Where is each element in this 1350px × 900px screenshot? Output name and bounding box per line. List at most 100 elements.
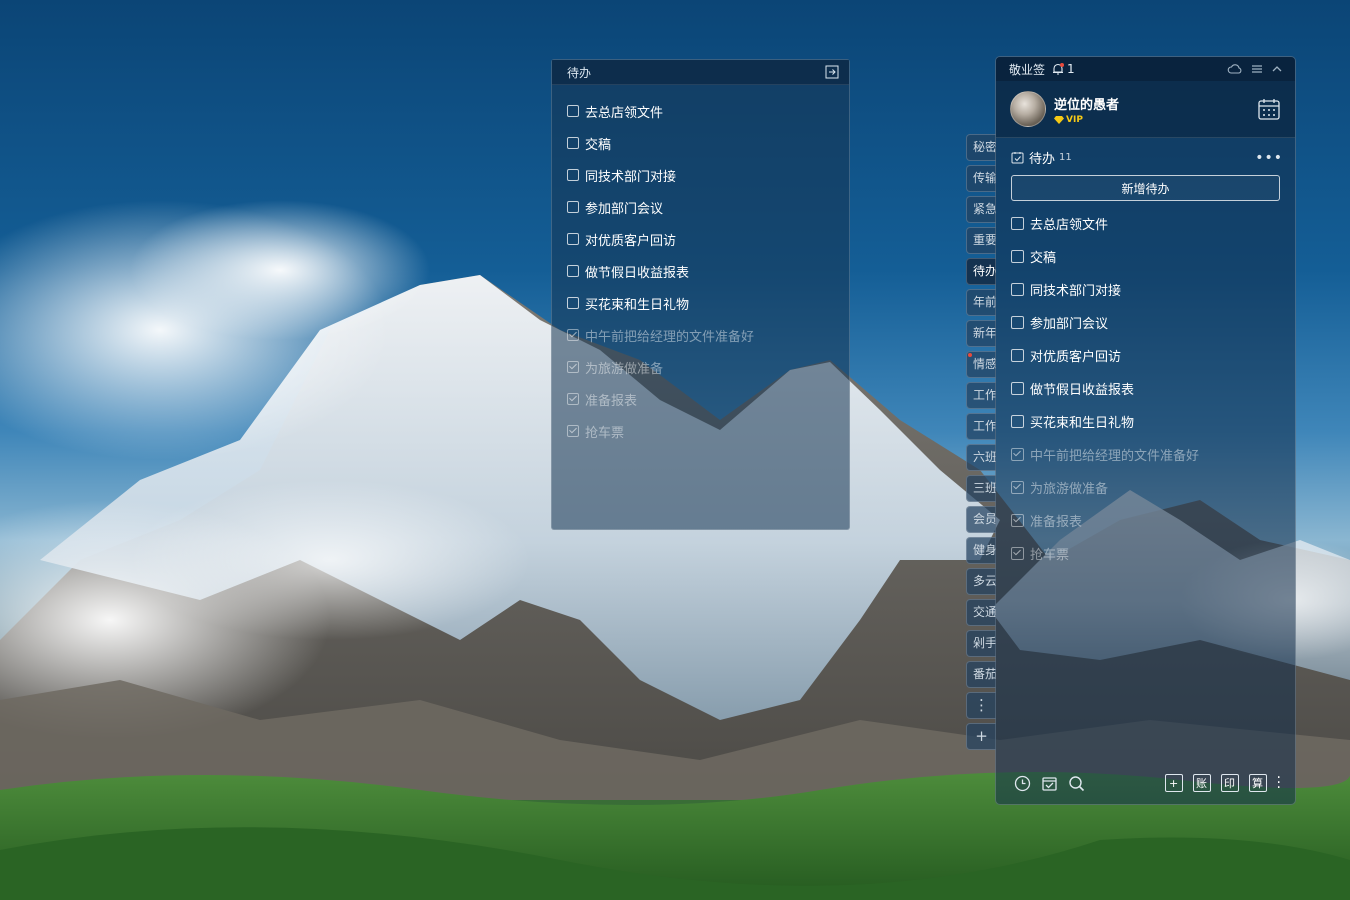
list-item[interactable]: 做节假日收益报表 bbox=[567, 255, 849, 287]
user-profile[interactable]: 逆位的愚者 VIP bbox=[996, 81, 1295, 138]
app-title: 敬业签 bbox=[1009, 62, 1046, 77]
tab-todo[interactable]: 待办 bbox=[966, 258, 996, 285]
checkbox[interactable] bbox=[1011, 382, 1024, 395]
checkbox-checked[interactable] bbox=[1011, 481, 1024, 494]
main-app-panel: 敬业签 1 逆位的愚者 VIP 待办 11 ••• 新增待办 去总店领文件 交稿… bbox=[995, 56, 1296, 805]
notification-button[interactable]: 1 bbox=[1051, 62, 1075, 76]
todo-icon[interactable] bbox=[1041, 775, 1058, 792]
checkbox-checked[interactable] bbox=[567, 425, 579, 437]
search-icon[interactable] bbox=[1068, 775, 1085, 792]
tab-class-six[interactable]: 六班 bbox=[966, 444, 996, 471]
checkbox[interactable] bbox=[567, 201, 579, 213]
todo-text: 去总店领文件 bbox=[1030, 218, 1109, 233]
checkbox[interactable] bbox=[567, 105, 579, 117]
todo-text: 抢车票 bbox=[1030, 548, 1070, 563]
calendar-icon[interactable] bbox=[1257, 97, 1281, 121]
tab-member[interactable]: 会员 bbox=[966, 506, 996, 533]
floating-panel-title: 待办 bbox=[567, 65, 592, 80]
checkbox[interactable] bbox=[567, 297, 579, 309]
list-item[interactable]: 对优质客户回访 bbox=[1011, 339, 1295, 372]
vip-label: VIP bbox=[1066, 114, 1083, 125]
tab-fitness[interactable]: 健身 bbox=[966, 537, 996, 564]
tab-shopping[interactable]: 剁手 bbox=[966, 630, 996, 657]
ledger-button[interactable]: 账 bbox=[1192, 774, 1211, 792]
tab-emotion[interactable]: 情感 bbox=[966, 351, 996, 378]
list-item[interactable]: 去总店领文件 bbox=[1011, 207, 1295, 240]
list-item[interactable]: 买花束和生日礼物 bbox=[567, 287, 849, 319]
tab-work-2[interactable]: 工作 bbox=[966, 413, 996, 440]
list-item[interactable]: 中午前把给经理的文件准备好 bbox=[567, 319, 849, 351]
checkbox[interactable] bbox=[567, 233, 579, 245]
more-vertical-icon[interactable]: · · · bbox=[1277, 771, 1281, 795]
checkbox-checked[interactable] bbox=[567, 361, 579, 373]
tab-new-year[interactable]: 新年 bbox=[966, 320, 996, 347]
cloud-sync-icon[interactable] bbox=[1227, 63, 1243, 75]
checkbox-checked[interactable] bbox=[567, 393, 579, 405]
tab-cloudy[interactable]: 多云 bbox=[966, 568, 996, 595]
todo-text: 准备报表 bbox=[585, 393, 638, 409]
checkbox[interactable] bbox=[567, 169, 579, 181]
list-item[interactable]: 同技术部门对接 bbox=[567, 159, 849, 191]
more-tabs-icon[interactable]: ⋮ bbox=[966, 692, 996, 719]
exit-icon[interactable] bbox=[825, 65, 839, 79]
list-item[interactable]: 交稿 bbox=[1011, 240, 1295, 273]
checkbox[interactable] bbox=[1011, 250, 1024, 263]
tab-transfer[interactable]: 传输 bbox=[966, 165, 996, 192]
tab-before-new-year[interactable]: 年前 bbox=[966, 289, 996, 316]
list-item[interactable]: 买花束和生日礼物 bbox=[1011, 405, 1295, 438]
todo-text: 准备报表 bbox=[1030, 515, 1083, 530]
calculator-button[interactable]: 算 bbox=[1248, 774, 1267, 792]
todo-text: 去总店领文件 bbox=[585, 105, 664, 121]
list-item[interactable]: 参加部门会议 bbox=[567, 191, 849, 223]
list-item[interactable]: 准备报表 bbox=[567, 383, 849, 415]
tab-tomato[interactable]: 番茄 bbox=[966, 661, 996, 688]
list-item[interactable]: 中午前把给经理的文件准备好 bbox=[1011, 438, 1295, 471]
tab-traffic[interactable]: 交通 bbox=[966, 599, 996, 626]
add-tab-icon[interactable]: + bbox=[966, 723, 996, 750]
tab-important[interactable]: 重要 bbox=[966, 227, 996, 254]
floating-panel-header[interactable]: 待办 bbox=[552, 60, 849, 85]
add-note-button[interactable]: + bbox=[1164, 774, 1183, 792]
checkbox[interactable] bbox=[1011, 316, 1024, 329]
checkbox[interactable] bbox=[1011, 217, 1024, 230]
checkbox[interactable] bbox=[567, 137, 579, 149]
collapse-up-icon[interactable] bbox=[1271, 63, 1283, 75]
tab-work-1[interactable]: 工作 bbox=[966, 382, 996, 409]
checkbox[interactable] bbox=[567, 265, 579, 277]
clock-icon[interactable] bbox=[1014, 775, 1031, 792]
menu-icon[interactable] bbox=[1251, 63, 1263, 75]
todo-text: 参加部门会议 bbox=[1030, 317, 1109, 332]
avatar[interactable] bbox=[1010, 91, 1046, 127]
checkbox-checked[interactable] bbox=[1011, 547, 1024, 560]
checkbox-checked[interactable] bbox=[567, 329, 579, 341]
tab-urgent[interactable]: 紧急 bbox=[966, 196, 996, 223]
list-item[interactable]: 做节假日收益报表 bbox=[1011, 372, 1295, 405]
list-item[interactable]: 为旅游做准备 bbox=[1011, 471, 1295, 504]
list-item[interactable]: 同技术部门对接 bbox=[1011, 273, 1295, 306]
todo-text: 对优质客户回访 bbox=[1030, 350, 1122, 365]
list-item[interactable]: 参加部门会议 bbox=[1011, 306, 1295, 339]
checkbox-checked[interactable] bbox=[1011, 514, 1024, 527]
list-item[interactable]: 为旅游做准备 bbox=[567, 351, 849, 383]
list-item[interactable]: 抢车票 bbox=[567, 415, 849, 447]
list-item[interactable]: 准备报表 bbox=[1011, 504, 1295, 537]
bottom-toolbar: + 账 印 算 · · · bbox=[996, 762, 1295, 804]
list-item[interactable]: 去总店领文件 bbox=[567, 95, 849, 127]
list-item[interactable]: 对优质客户回访 bbox=[567, 223, 849, 255]
floating-todo-panel[interactable]: 待办 去总店领文件 交稿 同技术部门对接 参加部门会议 对优质客户回访 做节假日… bbox=[551, 59, 850, 530]
list-item[interactable]: 抢车票 bbox=[1011, 537, 1295, 570]
vip-badge: VIP bbox=[1054, 115, 1119, 125]
todo-section-header: 待办 11 ••• bbox=[996, 138, 1295, 167]
print-button[interactable]: 印 bbox=[1220, 774, 1239, 792]
checkbox-checked[interactable] bbox=[1011, 448, 1024, 461]
more-options-icon[interactable]: ••• bbox=[1255, 151, 1283, 165]
add-todo-button[interactable]: 新增待办 bbox=[1011, 175, 1280, 201]
checkbox[interactable] bbox=[1011, 349, 1024, 362]
checkbox[interactable] bbox=[1011, 283, 1024, 296]
checkbox[interactable] bbox=[1011, 415, 1024, 428]
title-bar[interactable]: 敬业签 1 bbox=[996, 57, 1295, 81]
tab-secret[interactable]: 秘密 bbox=[966, 134, 996, 161]
todo-label: 待办 bbox=[1029, 152, 1056, 167]
list-item[interactable]: 交稿 bbox=[567, 127, 849, 159]
tab-class-three[interactable]: 三班 bbox=[966, 475, 996, 502]
